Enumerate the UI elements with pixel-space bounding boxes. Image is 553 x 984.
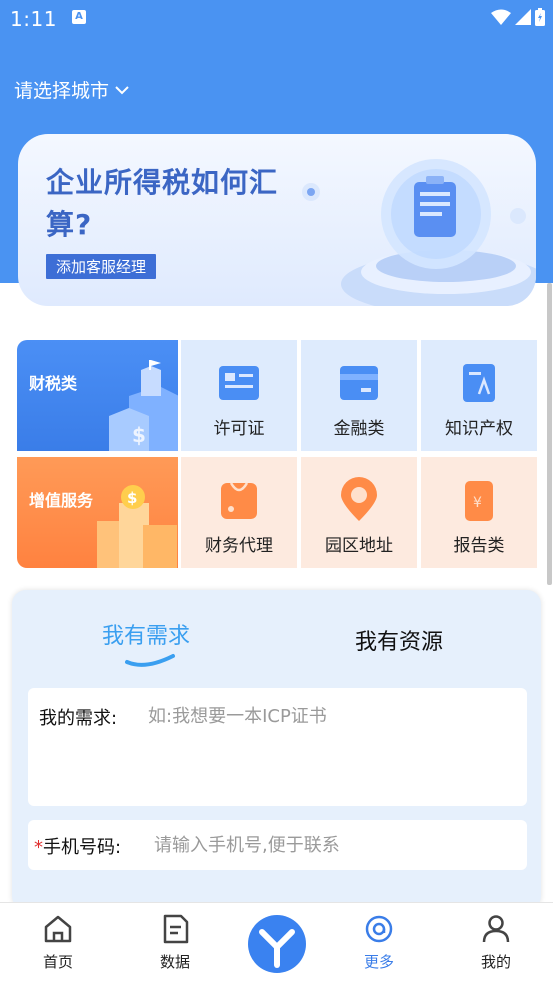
logo-icon <box>259 929 295 968</box>
promo-banner[interactable]: 企业所得税如何汇算? 添加客服经理 <box>18 134 536 306</box>
city-buildings-icon: $ <box>97 485 177 568</box>
active-tab-swoosh-icon <box>125 654 175 667</box>
nav-data[interactable]: 数据 <box>135 913 215 972</box>
finance-icon <box>340 366 378 400</box>
category-ip[interactable]: 知识产权 <box>421 340 537 451</box>
user-icon <box>482 915 510 943</box>
svg-text:$: $ <box>132 423 146 447</box>
ip-icon <box>463 364 495 402</box>
document-icon <box>163 914 189 944</box>
category-reports[interactable]: ¥ 报告类 <box>421 457 537 568</box>
phone-label-wrap: *手机号码: <box>34 833 121 859</box>
svg-text:¥: ¥ <box>473 495 482 511</box>
notification-icon: A <box>72 10 86 24</box>
more-icon <box>365 915 393 943</box>
add-service-manager-button[interactable]: 添加客服经理 <box>46 254 157 279</box>
nav-home[interactable]: 首页 <box>18 913 98 972</box>
nav-mine-label: 我的 <box>480 953 511 971</box>
report-icon: ¥ <box>465 481 493 521</box>
nav-data-label: 数据 <box>159 953 190 971</box>
need-input[interactable] <box>148 702 518 798</box>
nav-mine[interactable]: 我的 <box>456 913 536 972</box>
center-logo-button[interactable] <box>248 915 306 973</box>
category-finance[interactable]: 金融类 <box>301 340 417 451</box>
required-mark: * <box>34 837 43 858</box>
signal-icon <box>515 9 531 25</box>
tab-my-needs[interactable]: 我有需求 <box>102 618 190 650</box>
category-ip-label: 知识产权 <box>445 419 513 439</box>
status-bar: 1:11 A <box>0 0 553 40</box>
phone-input[interactable] <box>154 832 514 858</box>
license-icon <box>219 366 259 400</box>
home-icon <box>44 915 72 943</box>
city-selector[interactable]: 请选择城市 <box>14 76 129 103</box>
nav-home-label: 首页 <box>42 953 73 971</box>
scroll-indicator <box>547 283 552 585</box>
need-label: 我的需求: <box>39 708 118 729</box>
chevron-down-icon <box>115 85 129 94</box>
category-value-added-label: 增值服务 <box>29 491 94 510</box>
need-field: 我的需求: <box>28 688 527 806</box>
banner-illustration <box>302 159 536 306</box>
category-park-address-label: 园区地址 <box>325 536 393 556</box>
wifi-icon <box>491 9 511 25</box>
bottom-navigation: 首页 数据 更多 我的 <box>0 902 553 984</box>
location-icon <box>341 477 377 521</box>
category-grid: 财税类 $ 许可证 金融类 知识产权 增值服务 $ 财务代理 园区地址 ¥ 报告… <box>17 340 538 568</box>
svg-text:$: $ <box>127 489 137 507</box>
category-tax[interactable]: 财税类 $ <box>17 340 178 451</box>
city-selector-label: 请选择城市 <box>14 80 110 102</box>
category-finance-label: 金融类 <box>333 419 385 439</box>
category-license-label: 许可证 <box>213 419 265 439</box>
category-park-address[interactable]: 园区地址 <box>301 457 417 568</box>
status-indicators <box>491 8 545 26</box>
request-form-card: 我有需求 我有资源 我的需求: *手机号码: <box>12 590 541 910</box>
building-icon: $ <box>109 360 178 451</box>
category-license[interactable]: 许可证 <box>181 340 297 451</box>
phone-label: 手机号码: <box>43 837 122 858</box>
category-value-added[interactable]: 增值服务 $ <box>17 457 178 568</box>
tab-my-resources[interactable]: 我有资源 <box>355 624 443 656</box>
nav-more-label: 更多 <box>363 953 394 971</box>
nav-more[interactable]: 更多 <box>339 913 419 972</box>
category-tax-label: 财税类 <box>29 374 78 393</box>
category-reports-label: 报告类 <box>453 536 505 556</box>
banner-title: 企业所得税如何汇算? <box>46 166 279 241</box>
category-accounting-agent[interactable]: 财务代理 <box>181 457 297 568</box>
battery-icon <box>535 8 545 26</box>
category-accounting-agent-label: 财务代理 <box>205 536 273 556</box>
phone-field: *手机号码: <box>28 820 527 870</box>
bag-icon <box>221 482 257 519</box>
status-time: 1:11 <box>10 7 57 31</box>
